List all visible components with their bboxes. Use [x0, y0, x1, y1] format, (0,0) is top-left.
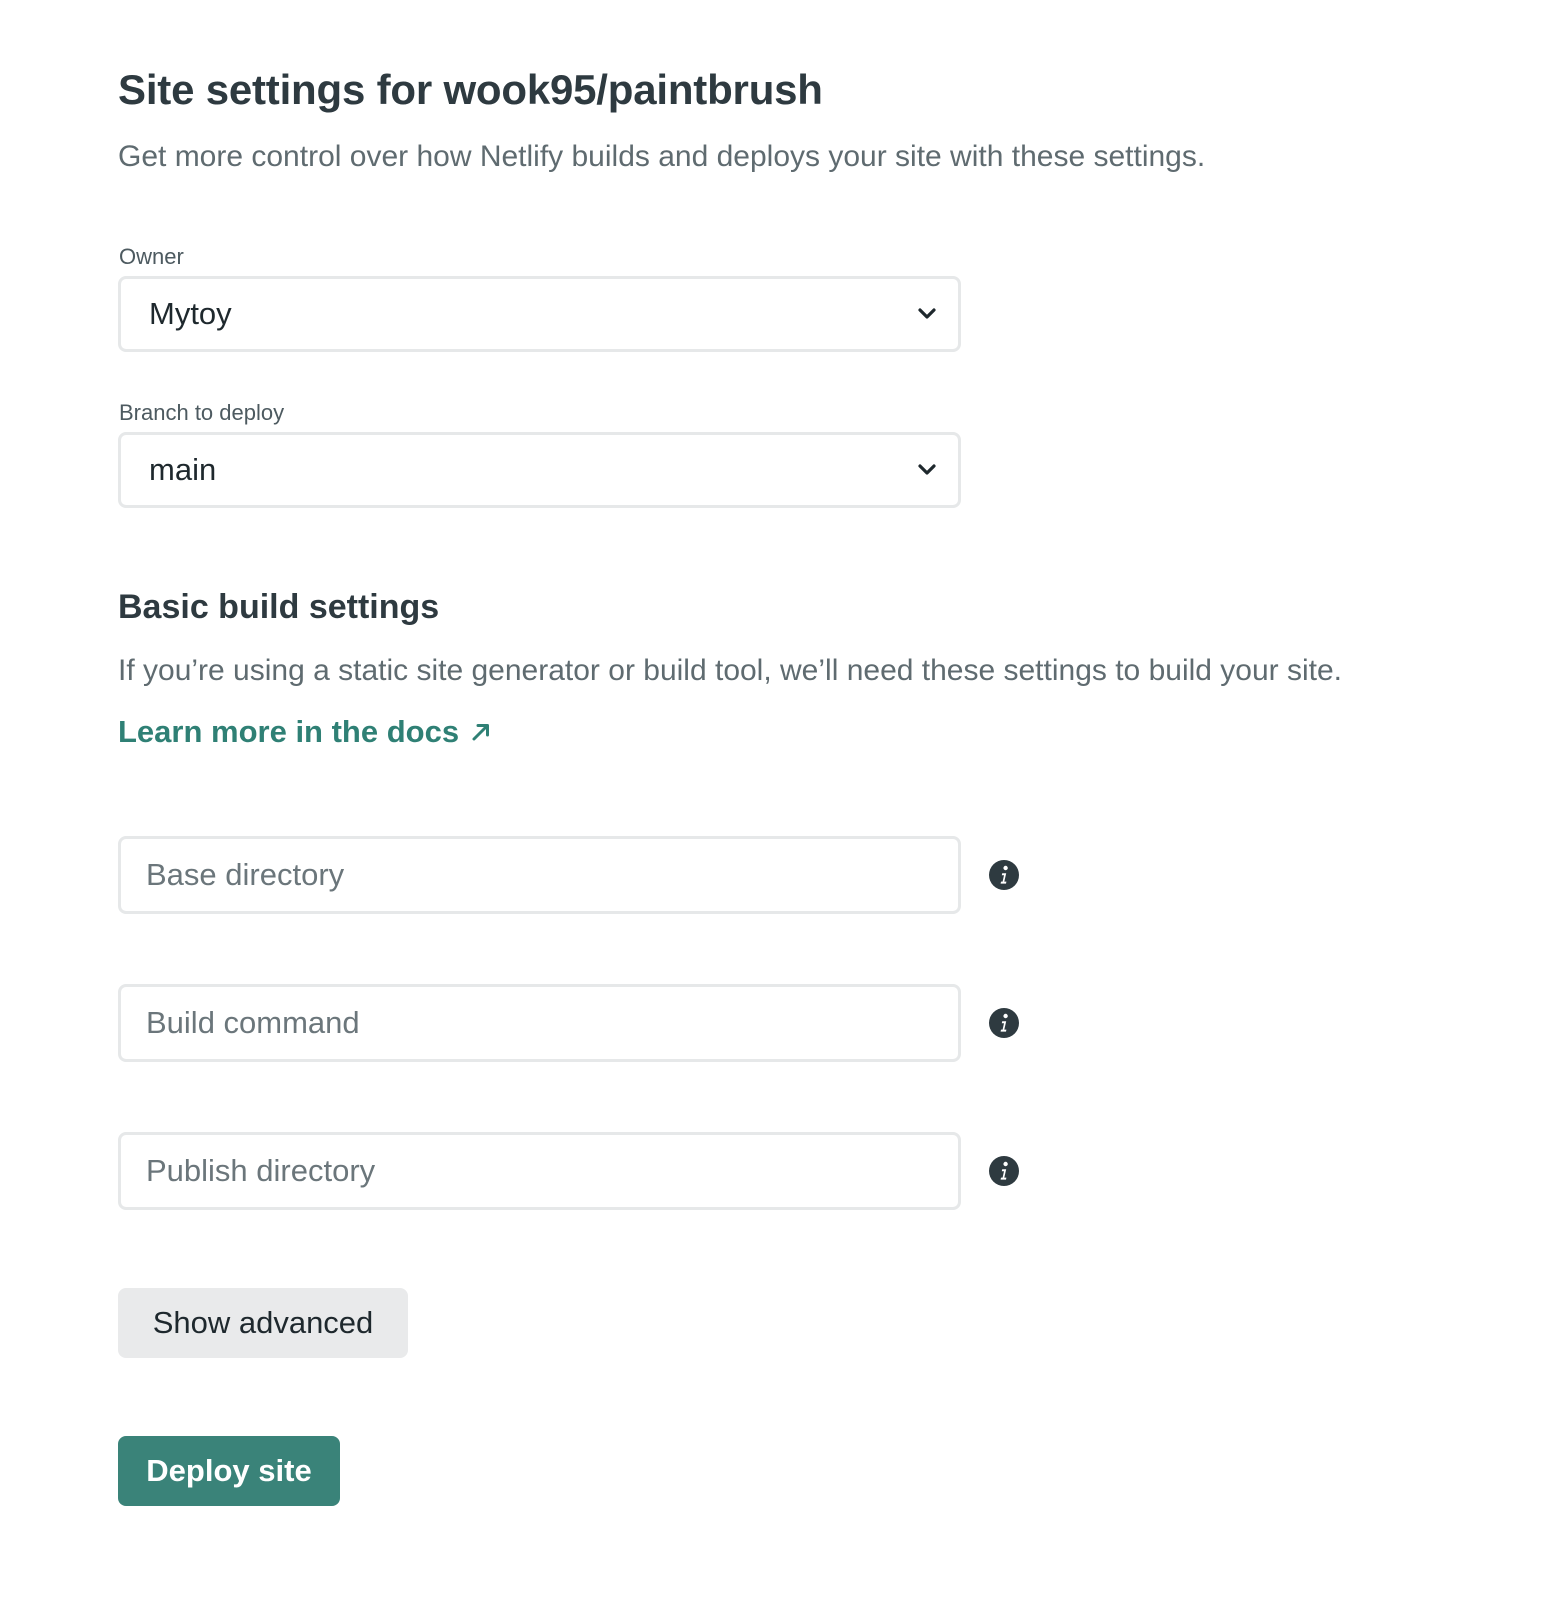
branch-select[interactable]: main	[118, 432, 961, 508]
show-advanced-button[interactable]: Show advanced	[118, 1288, 408, 1358]
build-settings-title: Basic build settings	[118, 588, 440, 626]
page-subtitle: Get more control over how Netlify builds…	[118, 140, 1206, 173]
chevron-down-icon	[918, 308, 936, 319]
arrow-up-right-icon	[472, 724, 490, 741]
info-icon[interactable]	[988, 1155, 1020, 1187]
publish-directory-input[interactable]	[118, 1132, 961, 1210]
deploy-site-button[interactable]: Deploy site	[118, 1436, 340, 1506]
base-directory-input[interactable]	[118, 836, 961, 914]
owner-select[interactable]: Mytoy	[118, 276, 961, 352]
info-icon[interactable]	[988, 1007, 1020, 1039]
chevron-down-icon	[918, 464, 936, 475]
build-settings-description: If you’re using a static site generator …	[118, 654, 1343, 687]
page-title: Site settings for wook95/paintbrush	[118, 66, 823, 113]
owner-label: Owner	[119, 244, 184, 269]
info-icon[interactable]	[988, 859, 1020, 891]
build-command-input[interactable]	[118, 984, 961, 1062]
owner-select-value: Mytoy	[149, 296, 232, 331]
branch-select-value: main	[149, 452, 217, 487]
docs-link-label: Learn more in the docs	[118, 714, 460, 749]
branch-label: Branch to deploy	[119, 400, 285, 425]
docs-link[interactable]: Learn more in the docs	[118, 714, 491, 750]
